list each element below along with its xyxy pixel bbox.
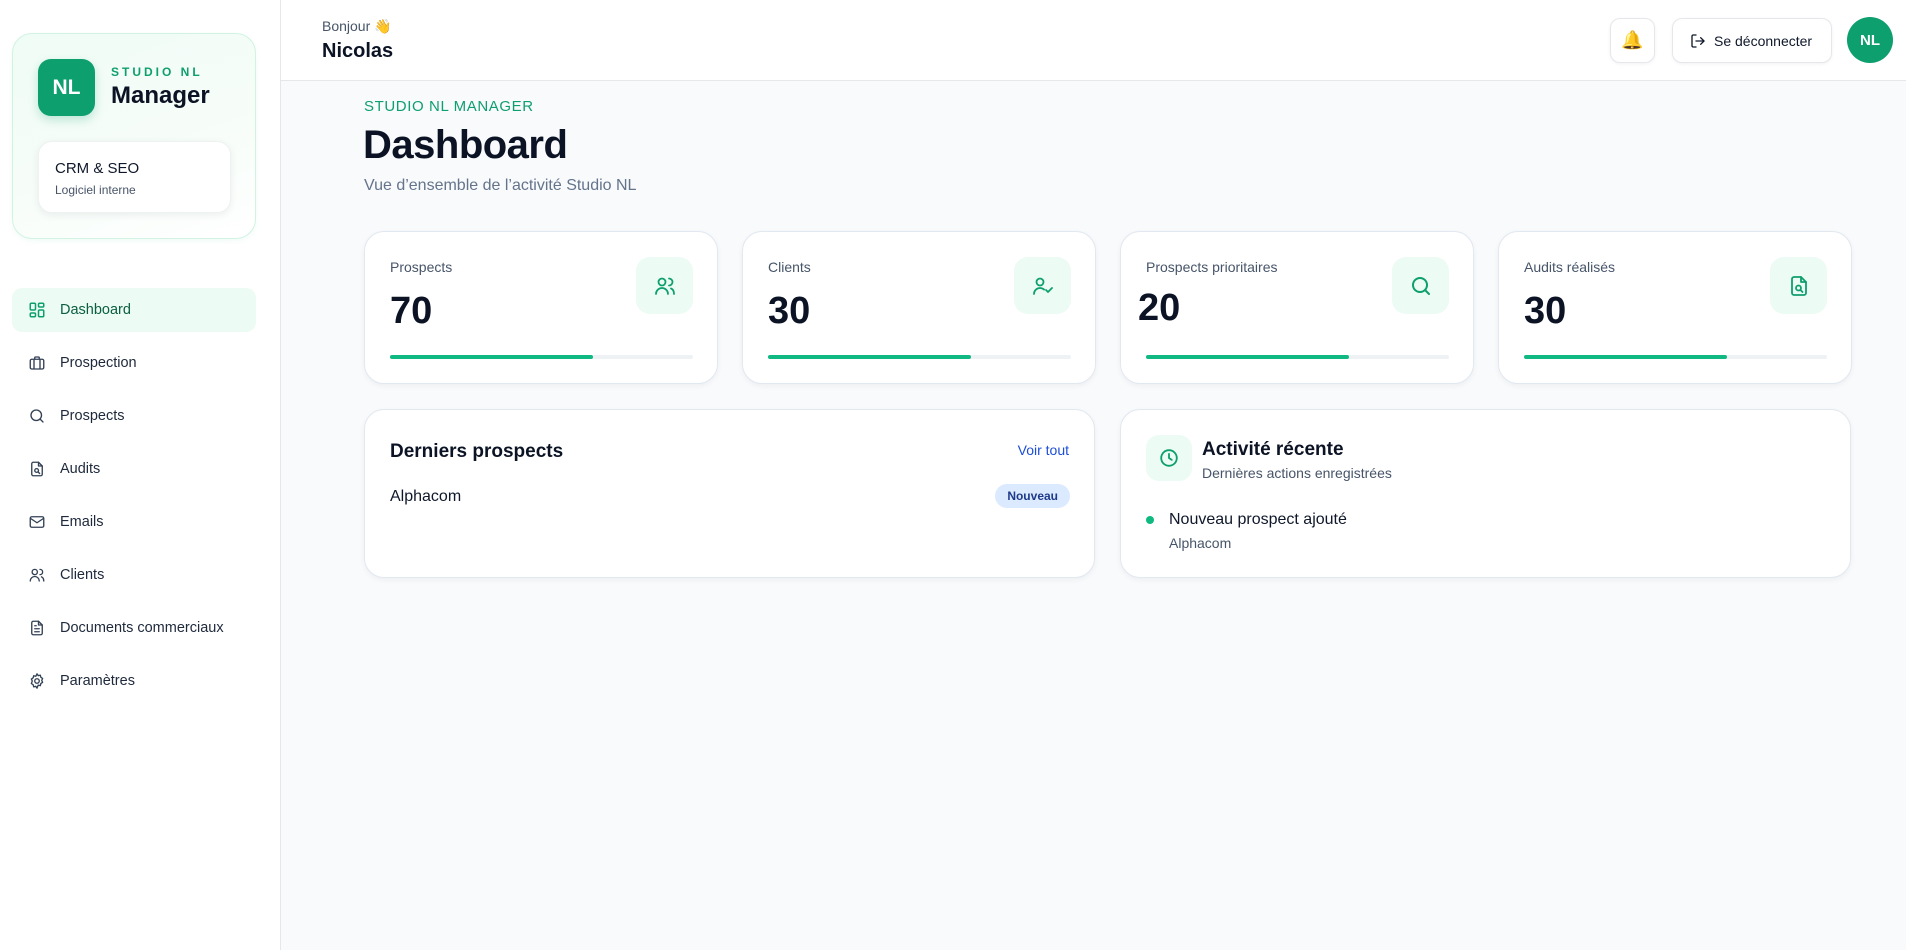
stat-value: 30: [768, 290, 811, 332]
logout-icon: [1691, 33, 1705, 48]
sidebar-item-prospection[interactable]: Prospection: [12, 341, 256, 385]
page-title: Dashboard: [363, 123, 568, 167]
stat-card-audits[interactable]: Audits réalisés 30: [1498, 231, 1852, 384]
logout-label: Se déconnecter: [1714, 32, 1813, 49]
progress-bar: [390, 355, 693, 359]
sidebar: NL STUDIO NL Manager CRM & SEO Logiciel …: [0, 0, 281, 950]
avatar[interactable]: NL: [1847, 17, 1893, 63]
sidebar-item-settings[interactable]: Paramètres: [12, 659, 256, 703]
brand-card: NL STUDIO NL Manager CRM & SEO Logiciel …: [12, 33, 256, 239]
sidebar-item-documents[interactable]: Documents commerciaux: [12, 606, 256, 650]
clock-icon: [1146, 435, 1192, 481]
search-icon: [28, 407, 46, 425]
users-icon: [28, 566, 46, 584]
brand-subtitle: STUDIO NL: [111, 65, 203, 79]
sidebar-item-clients[interactable]: Clients: [12, 553, 256, 597]
file-search-icon: [28, 460, 46, 478]
stat-value: 30: [1524, 290, 1567, 332]
panel-subtitle: Dernières actions enregistrées: [1202, 465, 1392, 481]
stat-label: Audits réalisés: [1524, 259, 1616, 275]
prospect-name: Alphacom: [390, 488, 462, 505]
user-check-icon: [1014, 257, 1071, 314]
activity-dot-icon: [1146, 516, 1154, 524]
latest-prospects-panel: Derniers prospects Voir tout Alphacom No…: [364, 409, 1095, 578]
search-icon: [1392, 257, 1449, 314]
progress-bar: [1524, 355, 1827, 359]
logout-button[interactable]: Se déconnecter: [1672, 18, 1832, 63]
progress-bar: [1146, 355, 1449, 359]
sidebar-item-label: Audits: [60, 461, 101, 477]
progress-fill: [1524, 355, 1727, 359]
briefcase-icon: [28, 354, 46, 372]
progress-fill: [768, 355, 971, 359]
page-subtitle: Vue d’ensemble de l’activité Studio NL: [364, 177, 637, 194]
mail-icon: [28, 513, 46, 531]
sidebar-item-emails[interactable]: Emails: [12, 500, 256, 544]
progress-fill: [390, 355, 593, 359]
stat-label: Prospects prioritaires: [1146, 259, 1278, 275]
status-badge: Nouveau: [995, 484, 1070, 508]
gear-icon: [28, 672, 46, 690]
activity-item-title: Nouveau prospect ajouté: [1169, 511, 1347, 528]
stat-value: 20: [1138, 287, 1181, 329]
brand-info-subtitle: Logiciel interne: [55, 183, 136, 197]
sidebar-item-label: Emails: [60, 514, 104, 530]
brand-info-card: CRM & SEO Logiciel interne: [38, 141, 231, 213]
bell-icon: 🔔: [1621, 30, 1644, 50]
sidebar-item-audits[interactable]: Audits: [12, 447, 256, 491]
panel-title: Activité récente: [1202, 439, 1344, 460]
sidebar-item-label: Clients: [60, 567, 105, 583]
stat-card-priority-prospects[interactable]: Prospects prioritaires 20: [1120, 231, 1474, 384]
progress-bar: [768, 355, 1071, 359]
notifications-button[interactable]: 🔔: [1610, 18, 1655, 63]
progress-fill: [1146, 355, 1349, 359]
recent-activity-panel: Activité récente Dernières actions enreg…: [1120, 409, 1851, 578]
stat-label: Clients: [768, 259, 811, 275]
stat-label: Prospects: [390, 259, 453, 275]
document-icon: [28, 619, 46, 637]
activity-item-subtitle: Alphacom: [1169, 535, 1232, 551]
stat-card-clients[interactable]: Clients 30: [742, 231, 1096, 384]
list-item[interactable]: Alphacom Nouveau: [390, 484, 1070, 508]
page-eyebrow: STUDIO NL MANAGER: [364, 98, 534, 115]
file-search-icon: [1770, 257, 1827, 314]
sidebar-item-dashboard[interactable]: Dashboard: [12, 288, 256, 332]
sidebar-item-label: Prospection: [60, 355, 137, 371]
brand-title: Manager: [111, 82, 210, 109]
sidebar-item-label: Prospects: [60, 408, 125, 424]
username: Nicolas: [322, 40, 394, 62]
dashboard-icon: [28, 301, 46, 319]
topbar: Bonjour 👋 Nicolas 🔔 Se déconnecter NL: [281, 0, 1906, 81]
sidebar-nav: Dashboard Prospection Prospects Audits E…: [12, 288, 256, 712]
stat-card-prospects[interactable]: Prospects 70: [364, 231, 718, 384]
sidebar-item-label: Paramètres: [60, 673, 135, 689]
panel-title: Derniers prospects: [390, 441, 564, 462]
greeting: Bonjour 👋: [322, 18, 392, 34]
see-all-link[interactable]: Voir tout: [1018, 442, 1069, 458]
logo[interactable]: NL: [38, 59, 95, 116]
sidebar-item-label: Documents commerciaux: [60, 620, 224, 636]
stat-value: 70: [390, 290, 433, 332]
sidebar-item-prospects[interactable]: Prospects: [12, 394, 256, 438]
users-icon: [636, 257, 693, 314]
brand-info-title: CRM & SEO: [55, 160, 140, 177]
sidebar-item-label: Dashboard: [60, 302, 131, 318]
